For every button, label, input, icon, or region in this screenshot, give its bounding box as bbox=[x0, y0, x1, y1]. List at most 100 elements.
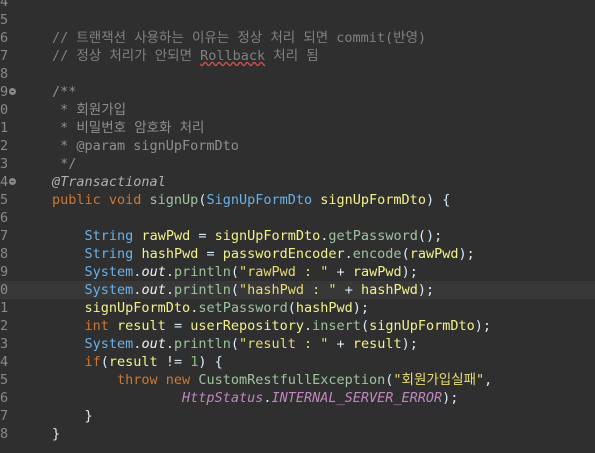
line-number: 8 bbox=[0, 426, 9, 442]
line-number: 8 bbox=[0, 66, 9, 82]
line-number: 2 bbox=[0, 138, 9, 154]
code-line[interactable]: 5 throw new CustomRestfullException("회원가… bbox=[0, 371, 595, 389]
code-line[interactable]: 4 if(result != 1) { bbox=[0, 353, 595, 371]
code-line[interactable]: 1 * 비밀번호 암호화 처리 bbox=[0, 119, 595, 137]
code-text: String rawPwd = signUpFormDto.getPasswor… bbox=[52, 227, 443, 245]
code-text: // 정상 처리가 안되면 Rollback 처리 됨 bbox=[52, 47, 319, 65]
code-token: signUpFormDto bbox=[214, 228, 321, 244]
line-number: 4 bbox=[0, 354, 9, 370]
code-token: result bbox=[117, 318, 166, 334]
code-token: + bbox=[336, 282, 361, 298]
code-line[interactable]: 8 bbox=[0, 65, 595, 83]
code-line[interactable]: 7 // 정상 처리가 안되면 Rollback 처리 됨 bbox=[0, 47, 595, 65]
code-token: . bbox=[304, 318, 313, 334]
code-text: throw new CustomRestfullException("회원가입실… bbox=[52, 371, 492, 389]
code-token: ); bbox=[417, 282, 435, 298]
code-text: } bbox=[52, 407, 93, 425]
code-token: result bbox=[108, 354, 158, 370]
code-line[interactable]: 6 HttpStatus.INTERNAL_SERVER_ERROR); bbox=[0, 389, 595, 407]
code-line[interactable]: 2 * @param signUpFormDto bbox=[0, 137, 595, 155]
code-token: println bbox=[173, 264, 231, 280]
collapse-fold-icon[interactable] bbox=[9, 178, 16, 185]
line-number: 9 bbox=[0, 264, 9, 280]
code-token: hashPwd bbox=[141, 246, 199, 262]
code-token: hashPwd bbox=[360, 282, 418, 298]
code-text: * @param signUpFormDto bbox=[52, 137, 239, 155]
code-line[interactable]: 6 bbox=[0, 209, 595, 227]
code-line[interactable]: 8 String hashPwd = passwordEncoder.encod… bbox=[0, 245, 595, 263]
code-text: System.out.println("result : " + result)… bbox=[52, 335, 418, 353]
line-number: 6 bbox=[0, 30, 9, 46]
code-token: ( bbox=[230, 336, 240, 352]
code-line[interactable]: 9/** bbox=[0, 83, 595, 101]
code-token: . bbox=[344, 246, 353, 262]
code-token: int bbox=[84, 318, 109, 334]
code-token: String bbox=[84, 246, 134, 262]
code-token: } bbox=[52, 408, 93, 424]
code-token: , bbox=[484, 372, 493, 388]
code-token: . bbox=[165, 336, 174, 352]
code-line[interactable]: 8} bbox=[0, 425, 595, 443]
code-line[interactable]: 5 public void signUp(SignUpFormDto signUp… bbox=[0, 191, 595, 209]
code-token: println bbox=[173, 282, 231, 298]
code-line[interactable]: 5 bbox=[0, 11, 595, 29]
code-line-current[interactable]: 0 System.out.println("hashPwd : " + hash… bbox=[0, 281, 595, 299]
code-token: insert bbox=[312, 318, 361, 334]
code-line[interactable]: 4 @Transactional bbox=[0, 173, 595, 191]
code-line[interactable]: 6 // 트랜잭션 사용하는 이유는 정상 처리 되면 commit(반영) bbox=[0, 29, 595, 47]
line-number: 7 bbox=[0, 408, 9, 424]
code-token: Rollback bbox=[200, 48, 266, 64]
code-token: } bbox=[52, 426, 61, 442]
code-line[interactable]: 9 System.out.println("rawPwd : " + rawPw… bbox=[0, 263, 595, 281]
code-token: rawPwd bbox=[141, 228, 191, 244]
code-token: "rawPwd : " bbox=[239, 264, 329, 280]
code-line[interactable]: 1 signUpFormDto.setPassword(hashPwd); bbox=[0, 299, 595, 317]
line-number: 6 bbox=[0, 390, 9, 406]
code-line[interactable]: 2 int result = userRepository.insert(sig… bbox=[0, 317, 595, 335]
code-token: signUpFormDto bbox=[369, 318, 475, 334]
code-token: + bbox=[328, 264, 353, 280]
line-number: 5 bbox=[0, 12, 9, 28]
code-token: * 회원가입 bbox=[52, 102, 127, 118]
code-token: if bbox=[84, 354, 101, 370]
code-token: */ bbox=[52, 156, 77, 172]
code-token: System bbox=[84, 264, 134, 280]
code-token: ( bbox=[100, 354, 109, 370]
code-token: != bbox=[157, 354, 191, 370]
code-token: System bbox=[84, 336, 134, 352]
line-number: 5 bbox=[0, 192, 9, 208]
code-text: int result = userRepository.insert(signU… bbox=[52, 317, 492, 335]
code-token: public void bbox=[52, 192, 150, 208]
code-token: . bbox=[165, 264, 174, 280]
code-editor[interactable]: 4 5 6// 트랜잭션 사용하는 이유는 정상 처리 되면 commit(반영) 7… bbox=[0, 0, 595, 453]
code-token: out bbox=[141, 282, 166, 298]
code-text: } bbox=[52, 425, 60, 443]
code-line[interactable]: 4 bbox=[0, 0, 595, 11]
line-number: 6 bbox=[0, 210, 9, 226]
code-line[interactable]: 7 String rawPwd = signUpFormDto.getPassw… bbox=[0, 227, 595, 245]
code-token: + bbox=[328, 336, 353, 352]
line-number: 3 bbox=[0, 156, 9, 172]
code-line[interactable]: 3 */ bbox=[0, 155, 595, 173]
code-line[interactable]: 3 System.out.println("result : " + resul… bbox=[0, 335, 595, 353]
collapse-fold-icon[interactable] bbox=[9, 88, 16, 95]
code-line[interactable]: 7 } bbox=[0, 407, 595, 425]
code-token: INTERNAL_SERVER_ERROR bbox=[271, 390, 443, 406]
code-text: String hashPwd = passwordEncoder.encode(… bbox=[52, 245, 475, 263]
code-text: * 회원가입 bbox=[52, 101, 126, 119]
code-token: SignUpFormDto bbox=[206, 192, 313, 208]
code-token: out bbox=[141, 264, 166, 280]
code-text: @Transactional bbox=[52, 173, 166, 191]
code-line[interactable]: 0 * 회원가입 bbox=[0, 101, 595, 119]
code-token: CustomRestfullException bbox=[198, 372, 386, 388]
